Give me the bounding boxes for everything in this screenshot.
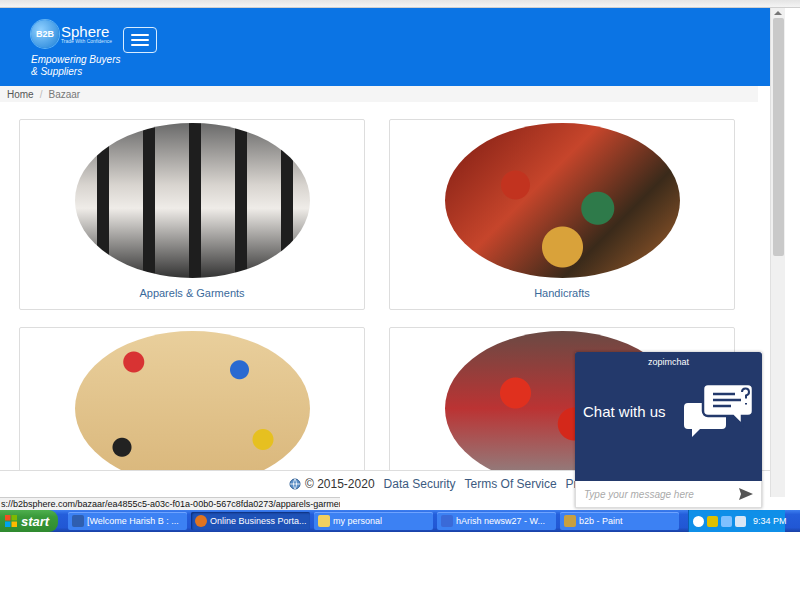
breadcrumb-item[interactable]: Home [7,89,34,100]
category-photo [75,123,310,278]
chat-body: Chat with us [575,367,762,441]
taskbar: start [Welcome Harish B : ... Online Busin… [0,510,800,532]
footer-link[interactable]: Terms Of Service [465,477,557,491]
hamburger-icon [131,34,149,36]
site-header: B2BSphereTrade With Confidence Empowering… [0,8,770,86]
app-icon [564,515,576,527]
start-button[interactable]: start [0,510,58,532]
task-label: my personal [333,516,382,526]
app-icon [441,515,453,527]
tray-network-icon[interactable] [721,516,732,527]
send-icon[interactable] [739,488,753,500]
logo-tagline: Trade With Confidence [61,39,112,44]
logo-name: Sphere [61,24,112,39]
slogan: Empowering Buyers & Suppliers [31,54,123,78]
tray-arrow-icon[interactable] [693,516,704,527]
category-card[interactable]: Handicrafts [389,119,735,310]
clock: 9:34 PM [753,516,787,526]
task-button[interactable]: [Welcome Harish B : ... [68,512,187,530]
scroll-thumb[interactable] [773,18,784,256]
logo-text: SphereTrade With Confidence [61,24,112,44]
task-label: Online Business Porta... [210,516,307,526]
category-card[interactable]: Apparels & Garments [19,119,365,310]
tray-app-icon[interactable] [707,516,718,527]
status-url: s://b2bsphere.com/bazaar/ea4855c5-a03c-f… [1,499,340,509]
footer-link[interactable]: Data Security [384,477,456,491]
chat-input[interactable]: Type your message here [575,481,762,508]
category-photo [445,123,680,278]
scroll-up-icon[interactable] [774,11,782,15]
task-button[interactable]: Online Business Porta... [191,512,310,530]
task-button[interactable]: my personal [314,512,433,530]
task-label: hArish newsw27 - W... [456,516,545,526]
app-icon [318,515,330,527]
menu-button[interactable] [123,27,157,53]
category-label[interactable]: Handicrafts [534,287,590,299]
breadcrumb-item: Bazaar [48,89,80,100]
category-card[interactable] [19,327,365,470]
hamburger-icon [131,44,149,46]
category-photo [75,331,310,470]
task-label: [Welcome Harish B : ... [87,516,179,526]
chat-bubbles-icon [684,381,754,441]
chat-header[interactable]: zopimchat Chat with us [575,352,762,481]
task-list: [Welcome Harish B : ... Online Business P… [58,510,679,532]
chat-widget[interactable]: zopimchat Chat with us Type your message h… [575,352,762,508]
logo-mark: B2B [31,20,59,48]
start-label: start [21,514,49,529]
breadcrumb: Home / Bazaar [0,86,758,102]
brand: B2BSphereTrade With Confidence Empowering… [31,8,123,86]
tray-volume-icon[interactable] [735,516,746,527]
scrollbar[interactable] [770,8,785,497]
screen: B2BSphereTrade With Confidence Empowering… [0,0,800,600]
app-icon [195,515,207,527]
system-tray: 9:34 PM [688,510,785,532]
breadcrumb-separator: / [40,89,43,100]
app-icon [72,515,84,527]
status-bar: s://b2bsphere.com/bazaar/ea4855c5-a03c-f… [0,497,340,510]
chat-brand: zopimchat [575,352,762,367]
copyright: © 2015-2020 [305,477,375,491]
task-label: b2b - Paint [579,516,623,526]
task-button[interactable]: hArish newsw27 - W... [437,512,556,530]
logo[interactable]: B2BSphereTrade With Confidence [31,20,123,48]
globe-icon [289,478,301,490]
chat-title: Chat with us [583,403,666,420]
task-button[interactable]: b2b - Paint [560,512,679,530]
window-edge [785,8,800,497]
category-label[interactable]: Apparels & Garments [139,287,244,299]
hamburger-icon [131,39,149,41]
windows-logo-icon [4,514,18,528]
browser-top-strip [0,0,800,8]
chat-placeholder: Type your message here [584,489,694,500]
